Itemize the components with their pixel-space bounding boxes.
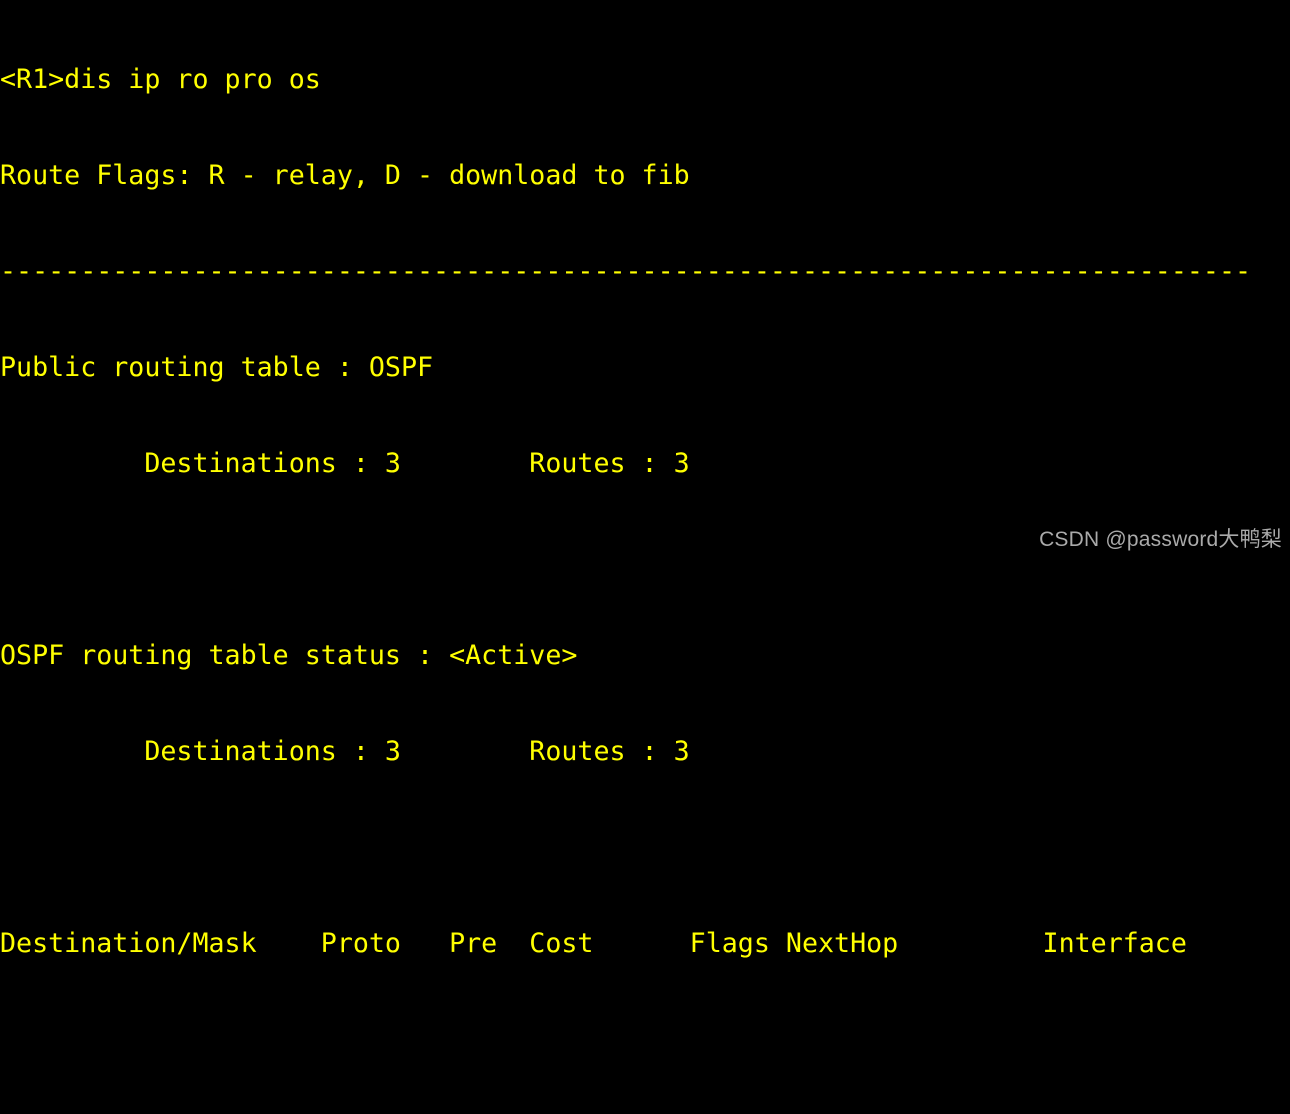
route-flags-legend-line: Route Flags: R - relay, D - download to …	[0, 160, 690, 191]
command-prompt-line: <R1>dis ip ro pro os	[0, 64, 321, 95]
ospf-routing-counts-line: Destinations : 3 Routes : 3	[0, 736, 690, 767]
terminal-output[interactable]: <R1>dis ip ro pro os Route Flags: R - re…	[0, 0, 1290, 959]
public-routing-table-line: Public routing table : OSPF	[0, 352, 434, 383]
ospf-routing-status-line: OSPF routing table status : <Active>	[0, 640, 578, 671]
public-routing-counts-line: Destinations : 3 Routes : 3	[0, 448, 690, 479]
route-table-header-line: Destination/Mask Proto Pre Cost Flags Ne…	[0, 928, 1187, 959]
separator-line: ----------------------------------------…	[0, 256, 1252, 287]
watermark: CSDN @password大鸭梨	[1039, 528, 1282, 551]
